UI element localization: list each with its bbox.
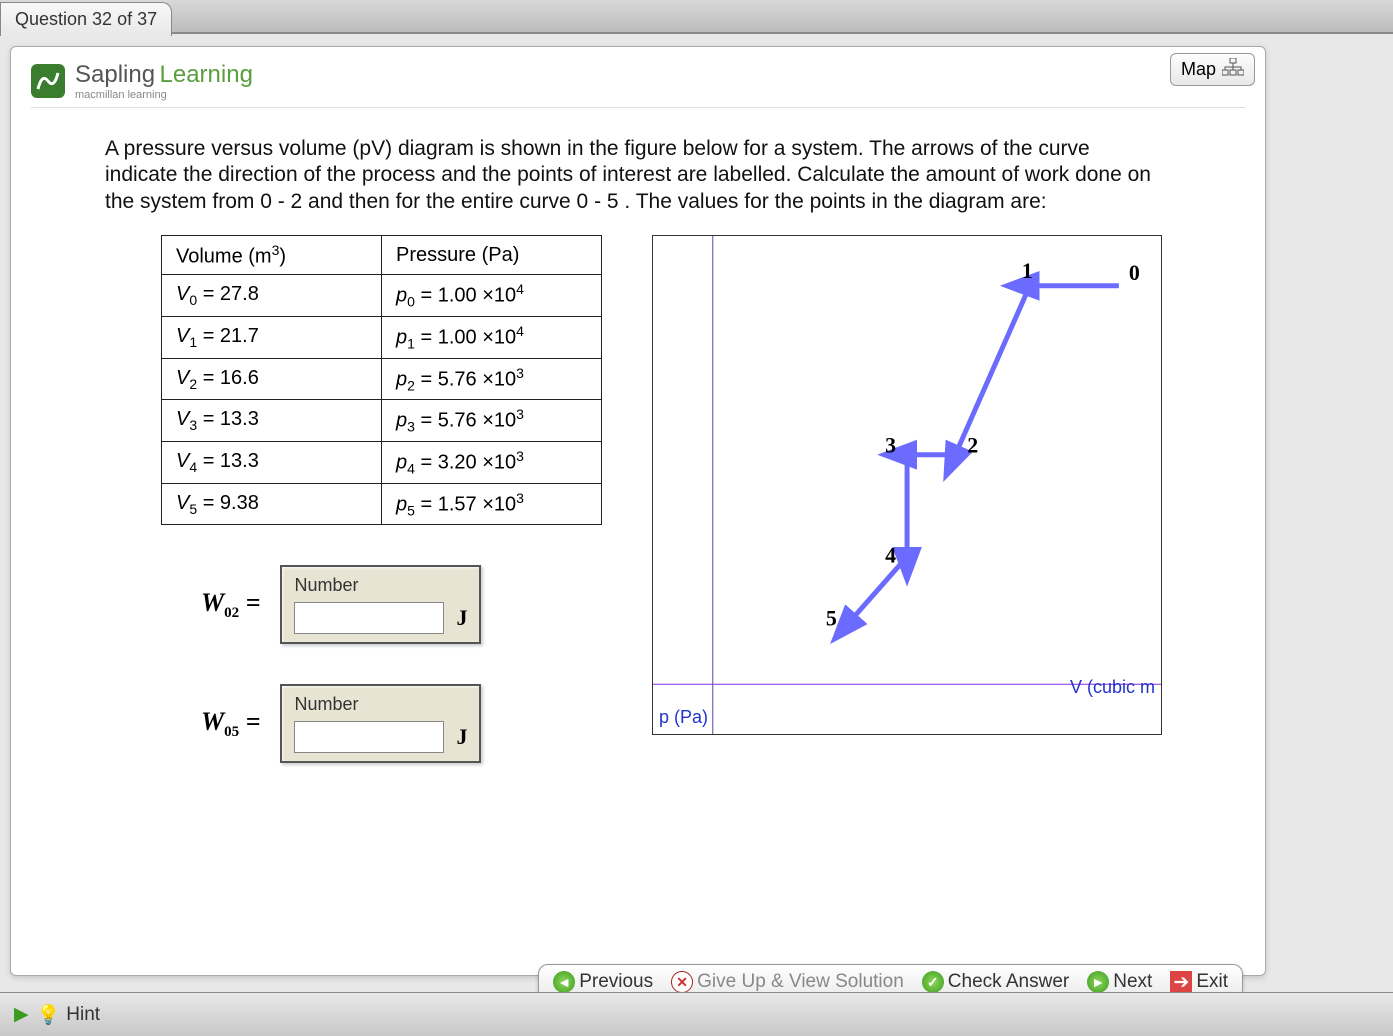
w02-number-box: Number J <box>280 565 481 644</box>
pv-chart: 0 1 2 3 4 5 p (Pa) V (cubic m <box>652 235 1162 735</box>
svg-text:5: 5 <box>826 605 837 630</box>
brand-second: Learning <box>160 61 253 88</box>
y-axis-label: p (Pa) <box>659 707 708 728</box>
w05-input[interactable] <box>294 721 444 753</box>
hint-button[interactable]: 💡 Hint <box>37 1003 100 1027</box>
table-row: V1 = 21.7p1 = 1.00 ×104 <box>162 317 602 359</box>
next-button[interactable]: ►Next <box>1087 971 1152 993</box>
sitemap-icon <box>1222 58 1244 81</box>
arrow-right-icon: ► <box>1087 971 1109 993</box>
window-titlebar: Question 32 of 37 <box>0 0 1393 34</box>
arrow-left-icon: ◄ <box>553 971 575 993</box>
brand-first: Sapling <box>75 61 155 88</box>
svg-text:0: 0 <box>1129 260 1140 285</box>
question-text: A pressure versus volume (pV) diagram is… <box>105 136 1165 215</box>
number-label: Number <box>294 575 467 596</box>
brand-sub: macmillan learning <box>75 89 253 101</box>
table-row: V0 = 27.8p0 = 1.00 ×104 <box>162 275 602 317</box>
exit-icon: ➔ <box>1170 971 1192 993</box>
giveup-button[interactable]: ✕Give Up & View Solution <box>671 971 904 993</box>
brand-icon <box>31 64 65 98</box>
table-header-row: Volume (m3) Pressure (Pa) <box>162 235 602 275</box>
table-row: V4 = 13.3p4 = 3.20 ×103 <box>162 442 602 484</box>
check-answer-button[interactable]: ✓Check Answer <box>922 971 1069 993</box>
w02-input[interactable] <box>294 602 444 634</box>
w02-unit: J <box>456 605 467 631</box>
bottom-bar: ▶ 💡 Hint <box>0 992 1393 1036</box>
x-axis-label: V (cubic m <box>1070 677 1155 698</box>
table-row: V2 = 16.6p2 = 5.76 ×103 <box>162 358 602 400</box>
number-label-2: Number <box>294 694 467 715</box>
pv-table: Volume (m3) Pressure (Pa) V0 = 27.8p0 = … <box>161 235 602 526</box>
expand-icon[interactable]: ▶ <box>14 1003 29 1026</box>
exit-button[interactable]: ➔Exit <box>1170 971 1228 993</box>
table-row: V5 = 9.38p5 = 1.57 ×103 <box>162 483 602 525</box>
lightbulb-icon: 💡 <box>37 1003 61 1027</box>
previous-button[interactable]: ◄Previous <box>553 971 653 993</box>
map-button[interactable]: Map <box>1170 53 1255 86</box>
table-row: V3 = 13.3p3 = 5.76 ×103 <box>162 400 602 442</box>
svg-text:4: 4 <box>885 542 896 567</box>
svg-text:1: 1 <box>1022 258 1033 283</box>
w05-number-box: Number J <box>280 684 481 763</box>
brand-text: Sapling Learning macmillan learning <box>75 61 253 101</box>
svg-text:2: 2 <box>967 432 978 457</box>
w05-label: W05 = <box>201 707 260 741</box>
w05-row: W05 = Number J <box>201 684 602 763</box>
brand-row: Sapling Learning macmillan learning <box>31 61 1245 108</box>
main-panel: Map Sapling Learning macmillan learning … <box>10 46 1266 976</box>
close-icon: ✕ <box>671 971 693 993</box>
w02-row: W02 = Number J <box>201 565 602 644</box>
question-tab[interactable]: Question 32 of 37 <box>0 2 172 36</box>
svg-text:3: 3 <box>885 432 896 457</box>
data-column: Volume (m3) Pressure (Pa) V0 = 27.8p0 = … <box>161 235 602 804</box>
check-icon: ✓ <box>922 971 944 993</box>
w05-unit: J <box>456 724 467 750</box>
w02-label: W02 = <box>201 588 260 622</box>
map-label: Map <box>1181 59 1216 80</box>
